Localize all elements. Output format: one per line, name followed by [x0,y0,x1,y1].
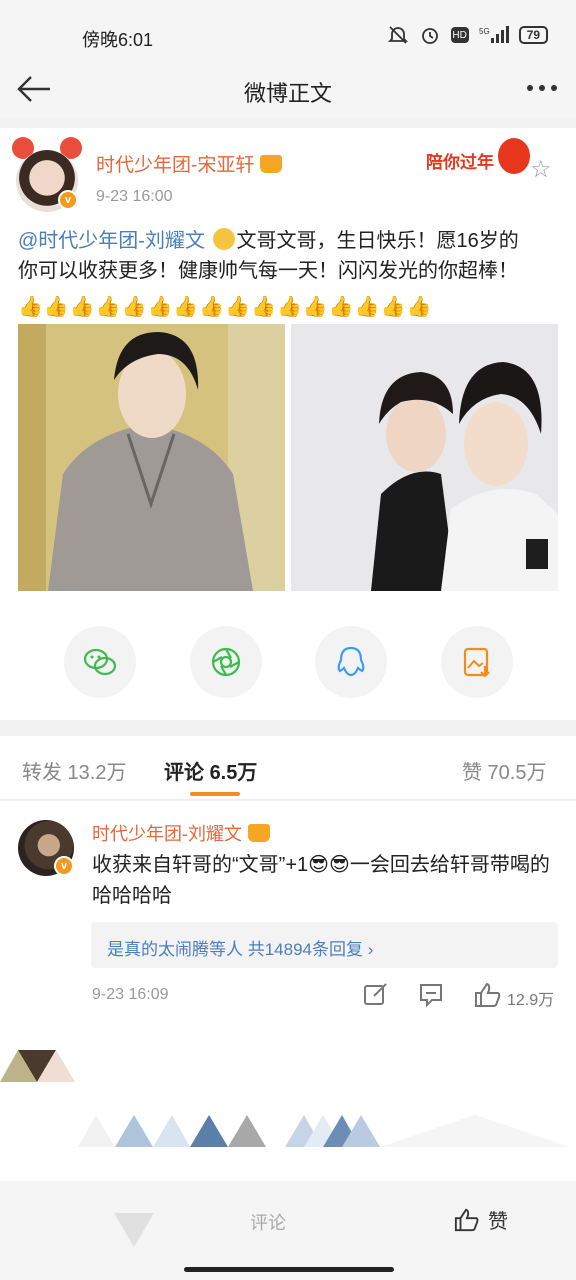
birthday-emoji-icon [212,228,235,250]
post-time: 9-23 16:00 [96,188,173,205]
reply-summary[interactable]: 是真的太闹腾等人 共14894条回复 › [91,922,558,968]
v-badge-icon: v [58,190,78,210]
signal-icon: 5G [479,24,509,46]
edit-repost-icon[interactable] [362,982,390,1008]
post-text-line2: 你可以收获更多！健康帅气每一天！闪闪发光的你超棒！ [18,260,518,282]
save-image-icon [463,647,490,678]
author-name[interactable]: 时代少年团-宋亚轩 [96,150,283,177]
status-bar: 傍晚6:01 HD 5G 79 [0,0,576,60]
mute-icon [387,24,409,46]
post-image-2[interactable] [291,324,558,591]
share-row [0,626,576,698]
scroll-down-icon [114,1213,154,1247]
more-icon[interactable] [522,76,562,100]
save-image-button[interactable] [441,626,513,698]
comment-input-label: 评论 [250,1213,286,1233]
like-icon[interactable] [474,982,502,1008]
mention-link[interactable]: @时代少年团-刘耀文 [18,230,205,252]
reply-comment-icon[interactable] [418,982,446,1008]
battery-icon: 79 [518,26,548,44]
author-name-text: 时代少年团-宋亚轩 [96,155,255,176]
nav-bar: 微博正文 [0,60,576,118]
thumbs-up-emojis: 👍👍👍👍👍👍👍👍👍👍👍👍👍👍👍👍 [18,296,433,318]
alarm-icon [419,24,441,46]
v-badge-icon: v [54,856,74,876]
status-icons: HD 5G 79 [387,24,548,46]
comment-text: 收获来自轩哥的“文哥”+1😎😎一会回去给轩哥带喝的哈哈哈哈 [92,854,550,907]
svg-text:5G: 5G [479,27,490,36]
tab-comments-label: 评论 [164,762,204,784]
tab-likes[interactable]: 赞 70.5万 [462,756,546,785]
like-button[interactable]: 赞 [454,1205,508,1234]
moments-icon [211,647,241,677]
reply-summary-text: 是真的太闹腾等人 共14894条回复 › [107,940,374,959]
share-qq-button[interactable] [315,626,387,698]
tab-underline [190,792,240,796]
hd-icon: HD [450,27,469,43]
thumbs-up-icon [454,1208,479,1231]
bottom-action-bar: 评论 赞 [0,1181,576,1280]
post-text: @时代少年团-刘耀文 文哥文哥，生日快乐！愿16岁的 你可以收获更多！健康帅气每… [18,226,563,286]
share-wechat-button[interactable] [64,626,136,698]
post-image-1[interactable] [18,324,285,591]
qq-icon [337,646,365,677]
share-moments-button[interactable] [190,626,262,698]
comment-tabs: 转发 13.2万 评论 6.5万 赞 70.5万 [0,736,576,800]
crown-icon [260,155,283,173]
commenter-name-text: 时代少年团-刘耀文 [92,824,242,844]
new-year-badge: 陪你过年 [426,138,536,178]
comment-like-count: 12.9万 [507,992,555,1009]
wechat-icon [83,648,117,676]
post-text-line1: 文哥文哥，生日快乐！愿16岁的 [236,230,519,252]
status-time: 傍晚6:01 [82,30,154,50]
comment-input-button[interactable]: 评论 [250,1209,286,1235]
loading-area [0,1021,576,1181]
badge-text: 陪你过年 [426,153,494,172]
like-label: 赞 [488,1211,508,1233]
tab-repost[interactable]: 转发 13.2万 [22,756,126,785]
tab-comments[interactable]: 评论 6.5万 [164,756,257,785]
comment-time: 9-23 16:09 [92,986,169,1003]
crown-icon [248,824,270,842]
star-icon[interactable]: ☆ [530,155,552,184]
home-indicator[interactable] [184,1267,394,1272]
lantern-icon [498,138,530,174]
page-title: 微博正文 [243,81,332,106]
commenter-name[interactable]: 时代少年团-刘耀文 [92,820,270,846]
tab-comments-count: 6.5万 [209,762,258,784]
